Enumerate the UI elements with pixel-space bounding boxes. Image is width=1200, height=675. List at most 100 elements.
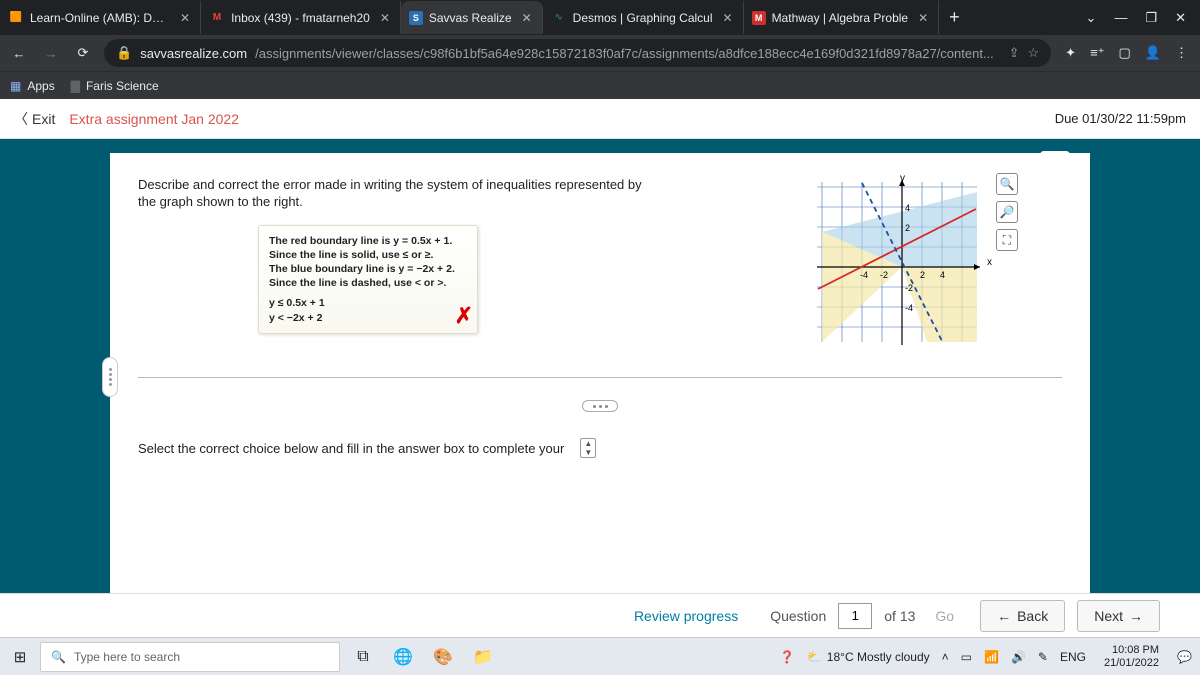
tab-title: Desmos | Graphing Calcul — [573, 11, 713, 25]
question-prompt: Describe and correct the error made in w… — [138, 177, 648, 211]
faris-science-bookmark[interactable]: ▇ Faris Science — [71, 79, 159, 93]
error-note-card: The red boundary line is y = 0.5x + 1. S… — [258, 225, 478, 334]
expand-icon: ⛶ — [1003, 233, 1011, 248]
minimize-icon[interactable]: — — [1114, 10, 1127, 26]
close-icon[interactable]: ✕ — [522, 11, 532, 25]
y-axis-label: y — [900, 173, 905, 184]
due-date: Due 01/30/22 11:59pm — [1055, 111, 1186, 126]
url-input[interactable]: 🔒 savvasrealize.com/assignments/viewer/c… — [104, 39, 1051, 67]
clock[interactable]: 10:08 PM 21/01/2022 — [1098, 644, 1165, 668]
apps-icon: ▦ — [10, 79, 21, 93]
wrong-line: y ≤ 0.5x + 1 — [269, 296, 467, 310]
svg-text:-2: -2 — [880, 270, 888, 280]
svg-text:2: 2 — [905, 223, 910, 233]
graph-figure: -4 -2 2 4 2 4 -2 -4 y x 🔍 🔎 ⛶ — [812, 177, 982, 377]
expand-button[interactable]: ⛶ — [996, 229, 1018, 251]
next-button[interactable]: Next→ — [1077, 600, 1160, 632]
tab-title: Savvas Realize — [429, 11, 512, 25]
graph-toolbar: 🔍 🔎 ⛶ — [996, 173, 1018, 251]
red-x-mark: ✗ — [455, 301, 473, 331]
reading-list-icon[interactable]: ≡⁺ — [1090, 45, 1104, 61]
weather-text: 18°C Mostly cloudy — [827, 650, 930, 664]
input-icon[interactable]: ✎ — [1038, 650, 1048, 664]
tab-savvas[interactable]: S Savvas Realize ✕ — [401, 1, 543, 34]
go-button[interactable]: Go — [935, 608, 954, 624]
note-line: Since the line is dashed, use < or >. — [269, 276, 467, 290]
notifications-icon[interactable]: 💬 — [1177, 650, 1192, 664]
chevron-up-icon[interactable]: ▲ — [581, 439, 595, 448]
question-label: Question — [770, 608, 826, 624]
svg-text:4: 4 — [940, 270, 945, 280]
chevron-down-icon[interactable]: ⌄ — [1086, 10, 1097, 26]
tab-mathway[interactable]: M Mathway | Algebra Proble ✕ — [744, 1, 940, 34]
extensions-icon[interactable]: ✦ — [1065, 45, 1076, 61]
close-icon[interactable]: ✕ — [723, 11, 733, 25]
drag-handle[interactable] — [102, 357, 118, 397]
date-text: 21/01/2022 — [1104, 657, 1159, 669]
taskbar-search[interactable]: 🔍 Type here to search — [40, 642, 340, 672]
chevron-up-tray-icon[interactable]: ˄ — [942, 650, 949, 664]
window-controls: ⌄ — ❐ ✕ — [1072, 10, 1200, 26]
svg-text:-2: -2 — [905, 283, 913, 293]
new-tab-button[interactable]: + — [939, 7, 970, 28]
note-line: The red boundary line is y = 0.5x + 1. — [269, 234, 467, 248]
apps-bookmark[interactable]: ▦ Apps — [10, 79, 55, 93]
volume-icon[interactable]: 🔊 — [1011, 650, 1026, 664]
search-icon: 🔍 — [51, 650, 66, 664]
tab-learn-online[interactable]: 🟧 Learn-Online (AMB): Dash ✕ — [0, 1, 201, 34]
exit-button[interactable]: 〈 Exit — [14, 109, 55, 129]
weather-widget[interactable]: ⛅ 18°C Mostly cloudy — [807, 650, 930, 664]
reload-icon[interactable]: ⟳ — [72, 45, 94, 61]
back-icon[interactable]: ← — [8, 46, 30, 61]
chevron-down-icon[interactable]: ▼ — [581, 448, 595, 457]
time-text: 10:08 PM — [1104, 644, 1159, 656]
bookmark-label: Faris Science — [86, 79, 159, 93]
kebab-menu-icon[interactable]: ⋮ — [1175, 45, 1188, 61]
help-tray-icon[interactable]: ❓ — [780, 650, 795, 664]
zoom-in-icon: 🔍 — [1000, 177, 1015, 191]
profile-icon[interactable]: 👤 — [1145, 45, 1161, 61]
search-placeholder: Type here to search — [74, 650, 180, 664]
bookmark-label: Apps — [27, 79, 54, 93]
question-total: of 13 — [884, 608, 915, 624]
svg-text:-4: -4 — [905, 303, 913, 313]
battery-icon[interactable]: ▭ — [961, 650, 972, 664]
review-progress-link[interactable]: Review progress — [634, 608, 738, 624]
mathway-icon: M — [752, 11, 766, 25]
zoom-out-icon: 🔎 — [1000, 205, 1015, 219]
svg-text:-4: -4 — [860, 270, 868, 280]
close-window-icon[interactable]: ✕ — [1175, 10, 1186, 26]
folder-icon: ▇ — [71, 79, 80, 93]
chrome-taskbar-icon[interactable]: 🌐 — [386, 642, 420, 672]
forward-icon[interactable]: → — [40, 46, 62, 61]
star-icon[interactable]: ☆ — [1028, 45, 1040, 61]
collapse-toggle[interactable] — [138, 400, 1062, 412]
savvas-icon: S — [409, 11, 423, 25]
wrong-line: y < −2x + 2 — [269, 311, 467, 325]
zoom-out-button[interactable]: 🔎 — [996, 201, 1018, 223]
back-button[interactable]: ←Back — [980, 600, 1065, 632]
section-divider — [138, 377, 1062, 378]
question-number-input[interactable] — [838, 603, 872, 629]
address-bar: ← → ⟳ 🔒 savvasrealize.com/assignments/vi… — [0, 35, 1200, 71]
tabs-icon[interactable]: ▢ — [1119, 45, 1131, 61]
tab-desmos[interactable]: ∿ Desmos | Graphing Calcul ✕ — [543, 1, 744, 34]
start-button[interactable]: ⊞ — [0, 648, 40, 666]
task-view-button[interactable]: ⧉ — [346, 642, 380, 672]
answer-stepper[interactable]: ▲ ▼ — [580, 438, 596, 458]
windows-taskbar: ⊞ 🔍 Type here to search ⧉ 🌐 🎨 📁 ❓ ⛅ 18°C… — [0, 637, 1200, 675]
close-icon[interactable]: ✕ — [180, 11, 190, 25]
language-indicator[interactable]: ENG — [1060, 650, 1086, 664]
close-icon[interactable]: ✕ — [918, 11, 928, 25]
explorer-taskbar-icon[interactable]: 📁 — [466, 642, 500, 672]
paint-taskbar-icon[interactable]: 🎨 — [426, 642, 460, 672]
close-icon[interactable]: ✕ — [380, 11, 390, 25]
chevron-left-icon: 〈 — [14, 109, 28, 129]
wrong-system: y ≤ 0.5x + 1 y < −2x + 2 ✗ — [269, 296, 467, 324]
tab-inbox[interactable]: M Inbox (439) - fmatarneh20 ✕ — [201, 1, 401, 34]
share-icon[interactable]: ⇪ — [1009, 45, 1020, 61]
zoom-in-button[interactable]: 🔍 — [996, 173, 1018, 195]
tab-title: Inbox (439) - fmatarneh20 — [231, 11, 370, 25]
maximize-icon[interactable]: ❐ — [1145, 10, 1157, 26]
wifi-icon[interactable]: 📶 — [984, 650, 999, 664]
